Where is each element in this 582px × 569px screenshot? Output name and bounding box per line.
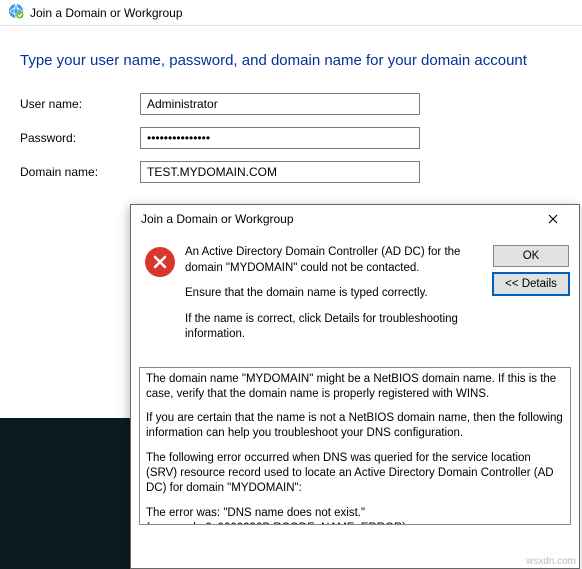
background-decoration (0, 418, 130, 569)
password-row: Password: (20, 127, 562, 149)
details-textbox[interactable]: The domain name "MYDOMAIN" might be a Ne… (139, 367, 571, 525)
main-content: Type your user name, password, and domai… (0, 26, 582, 213)
details-p2: If you are certain that the name is not … (146, 411, 564, 441)
username-row: User name: (20, 93, 562, 115)
details-p4: The error was: "DNS name does not exist.… (146, 506, 564, 521)
main-titlebar: Join a Domain or Workgroup (0, 0, 582, 26)
username-label: User name: (20, 97, 140, 111)
close-icon (548, 211, 558, 227)
error-message: An Active Directory Domain Controller (A… (185, 245, 483, 353)
page-heading: Type your user name, password, and domai… (20, 52, 562, 69)
details-button[interactable]: << Details (493, 273, 569, 295)
watermark: wsxdn.com (526, 556, 576, 567)
error-line-3: If the name is correct, click Details fo… (185, 312, 483, 343)
error-body: An Active Directory Domain Controller (A… (131, 233, 579, 361)
error-window-title: Join a Domain or Workgroup (141, 212, 294, 226)
close-button[interactable] (531, 206, 575, 232)
password-input[interactable] (140, 127, 420, 149)
error-line-1: An Active Directory Domain Controller (A… (185, 245, 483, 276)
details-p3: The following error occurred when DNS wa… (146, 451, 564, 496)
ok-button[interactable]: OK (493, 245, 569, 267)
error-line-2: Ensure that the domain name is typed cor… (185, 286, 483, 302)
domain-row: Domain name: (20, 161, 562, 183)
main-window-title: Join a Domain or Workgroup (30, 6, 183, 20)
error-dialog: Join a Domain or Workgroup An Active Dir… (130, 204, 580, 569)
error-icon (145, 247, 175, 277)
username-input[interactable] (140, 93, 420, 115)
details-p1: The domain name "MYDOMAIN" might be a Ne… (146, 372, 564, 402)
password-label: Password: (20, 131, 140, 145)
domain-join-icon (8, 3, 24, 22)
error-buttons: OK << Details (493, 245, 569, 295)
error-titlebar: Join a Domain or Workgroup (131, 205, 579, 233)
domain-input[interactable] (140, 161, 420, 183)
details-p5: (error code 0x0000232B RCODE_NAME_ERROR) (146, 521, 564, 525)
domain-label: Domain name: (20, 165, 140, 179)
